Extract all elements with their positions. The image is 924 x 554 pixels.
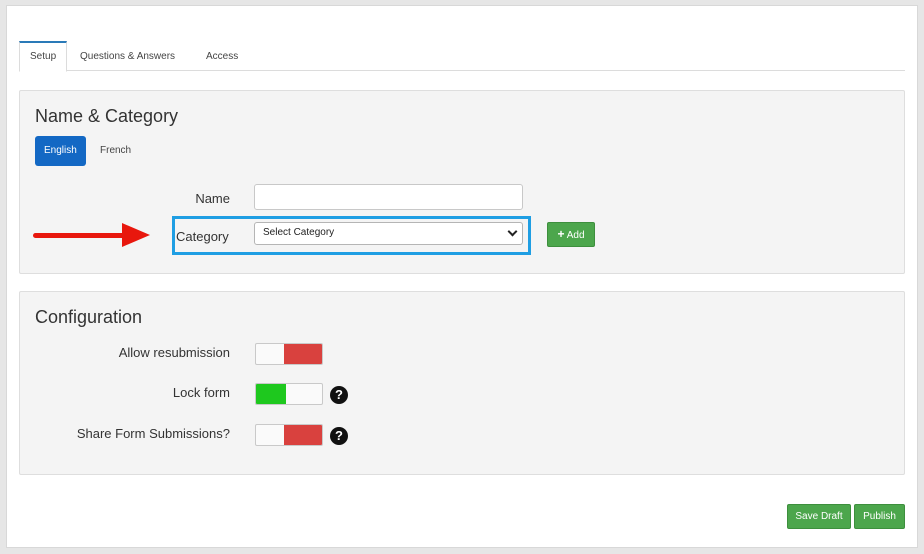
- chevron-down-icon: [507, 226, 518, 237]
- toggle-off-indicator: [284, 344, 322, 364]
- tab-bar: Setup Questions & Answers Access: [19, 41, 905, 72]
- tab-setup[interactable]: Setup: [19, 41, 68, 72]
- lock-form-label: Lock form: [172, 385, 230, 400]
- allow-resubmission-label: Allow resubmission: [118, 345, 230, 360]
- language-english[interactable]: English: [35, 136, 86, 166]
- panel-title: Name & Category: [35, 106, 179, 126]
- share-form-submissions-label: Share Form Submissions?: [76, 426, 230, 441]
- category-label: Category: [176, 229, 229, 244]
- add-button-label: Add: [566, 230, 585, 241]
- category-select-value: Select Category: [263, 227, 335, 238]
- tab-access[interactable]: Access: [196, 41, 248, 71]
- lock-form-toggle[interactable]: [255, 383, 323, 405]
- annotation-arrow-shaft: [33, 233, 128, 238]
- category-select[interactable]: Select Category: [254, 222, 523, 245]
- language-french[interactable]: French: [91, 136, 140, 166]
- annotation-arrow-head: [122, 223, 150, 247]
- add-category-button[interactable]: + Add: [547, 222, 595, 247]
- share-form-submissions-toggle[interactable]: [255, 424, 323, 446]
- help-icon[interactable]: ?: [330, 427, 348, 445]
- help-icon[interactable]: ?: [330, 386, 348, 404]
- tab-questions-answers[interactable]: Questions & Answers: [70, 41, 185, 71]
- toggle-on-indicator: [256, 384, 286, 404]
- allow-resubmission-toggle[interactable]: [255, 343, 323, 365]
- plus-icon: +: [557, 227, 565, 241]
- configuration-panel: Configuration: [19, 291, 905, 475]
- name-input[interactable]: [254, 184, 523, 210]
- name-label: Name: [195, 191, 230, 206]
- publish-button[interactable]: Publish: [854, 504, 905, 529]
- toggle-off-indicator: [284, 425, 322, 445]
- panel-title: Configuration: [35, 307, 143, 327]
- save-draft-button[interactable]: Save Draft: [787, 504, 851, 529]
